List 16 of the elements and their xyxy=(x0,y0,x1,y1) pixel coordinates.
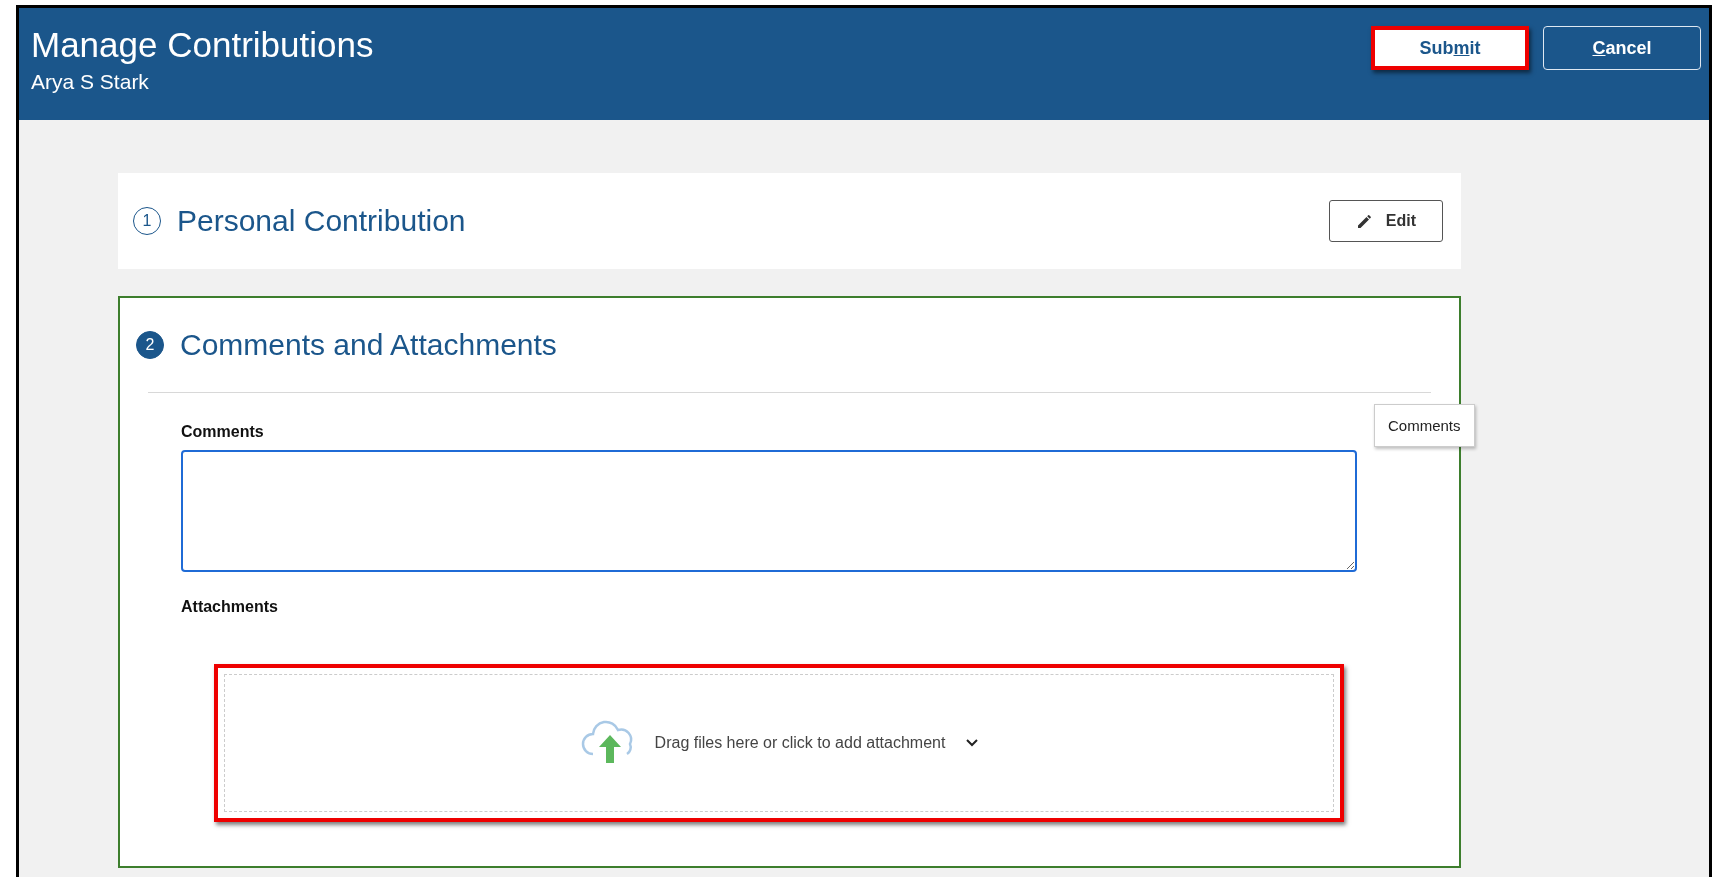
cancel-button[interactable]: Cancel xyxy=(1543,26,1701,70)
field-label: Attachments xyxy=(181,598,278,616)
section-title: Comments and Attachments xyxy=(180,328,558,362)
edit-button[interactable]: Edit xyxy=(1328,200,1443,242)
drop-zone[interactable]: Drag files here or click to add attachment xyxy=(214,664,1344,822)
chevron-down-icon[interactable] xyxy=(965,738,980,748)
comments-field[interactable] xyxy=(181,450,1357,572)
drop-zone-text: Drag files here or click to add attachment xyxy=(654,734,946,752)
step-number: 2 xyxy=(136,331,164,359)
pencil-icon xyxy=(1355,212,1374,230)
tooltip: Comments xyxy=(1374,404,1475,447)
submit-button[interactable]: Submit xyxy=(1371,26,1529,70)
page-title: Manage Contributions xyxy=(31,25,374,65)
field-label: Comments xyxy=(181,423,264,441)
person-name: Arya S Stark xyxy=(31,70,150,94)
section-title: Personal Contribution xyxy=(177,204,467,238)
